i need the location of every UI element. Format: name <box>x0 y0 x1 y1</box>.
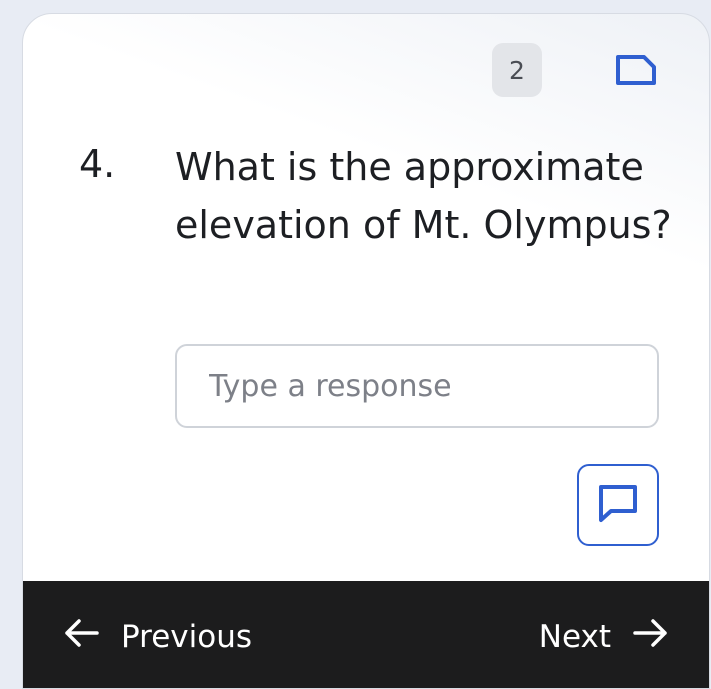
question-text: What is the approximate elevation of Mt.… <box>175 145 672 247</box>
comment-button[interactable] <box>577 464 659 546</box>
next-button[interactable]: Next <box>517 611 669 663</box>
question-number: 4. <box>79 142 116 186</box>
arrow-left-icon <box>63 618 99 656</box>
next-label: Next <box>538 619 611 655</box>
question-card: 2 4. What is the approximate elevation o… <box>22 13 710 689</box>
navigation-footer: Previous Next <box>23 581 709 688</box>
arrow-right-icon <box>633 618 669 656</box>
previous-button[interactable]: Previous <box>63 611 274 663</box>
previous-label: Previous <box>121 619 253 655</box>
bookmark-icon <box>614 53 658 91</box>
count-badge: 2 <box>492 43 542 97</box>
response-input[interactable] <box>175 344 659 428</box>
comment-icon <box>597 483 639 527</box>
flag-button[interactable] <box>609 50 663 94</box>
